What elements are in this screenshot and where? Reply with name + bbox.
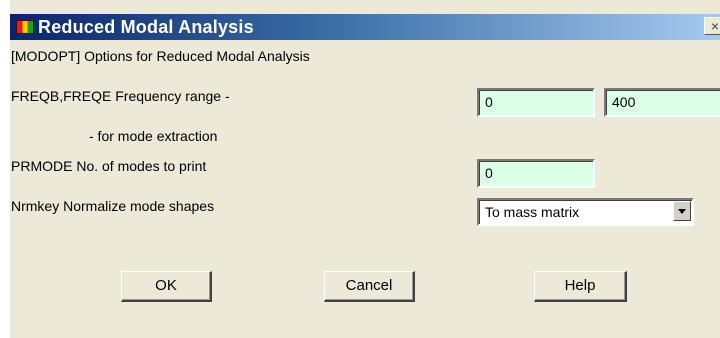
dropdown-arrow-button[interactable]	[673, 201, 691, 221]
freq-range-label: FREQB,FREQE Frequency range -	[11, 88, 230, 104]
ansys-app-icon	[16, 20, 34, 34]
freqb-input[interactable]: 0	[477, 88, 595, 117]
help-button[interactable]: Help	[534, 271, 627, 302]
window-title: Reduced Modal Analysis	[38, 16, 254, 37]
prmode-input[interactable]: 0	[477, 159, 595, 188]
cancel-button[interactable]: Cancel	[324, 271, 415, 302]
nrmkey-selected-value: To mass matrix	[485, 204, 580, 220]
nrmkey-label: Nrmkey Normalize mode shapes	[11, 198, 215, 214]
prmode-label: PRMODE No. of modes to print	[11, 158, 207, 174]
chevron-down-icon	[678, 208, 686, 214]
title-bar[interactable]: Reduced Modal Analysis ×	[10, 14, 720, 40]
ok-button[interactable]: OK	[121, 271, 212, 302]
dialog-body: [MODOPT] Options for Reduced Modal Analy…	[10, 40, 720, 338]
freqe-input[interactable]: 400	[604, 88, 720, 117]
page-edge	[0, 0, 10, 338]
freq-range-sublabel: - for mode extraction	[89, 128, 218, 144]
reduced-modal-analysis-dialog: Reduced Modal Analysis × [MODOPT] Option…	[0, 0, 720, 338]
close-button[interactable]: ×	[704, 17, 720, 35]
dialog-heading: [MODOPT] Options for Reduced Modal Analy…	[11, 48, 310, 64]
nrmkey-select[interactable]: To mass matrix	[477, 198, 694, 226]
